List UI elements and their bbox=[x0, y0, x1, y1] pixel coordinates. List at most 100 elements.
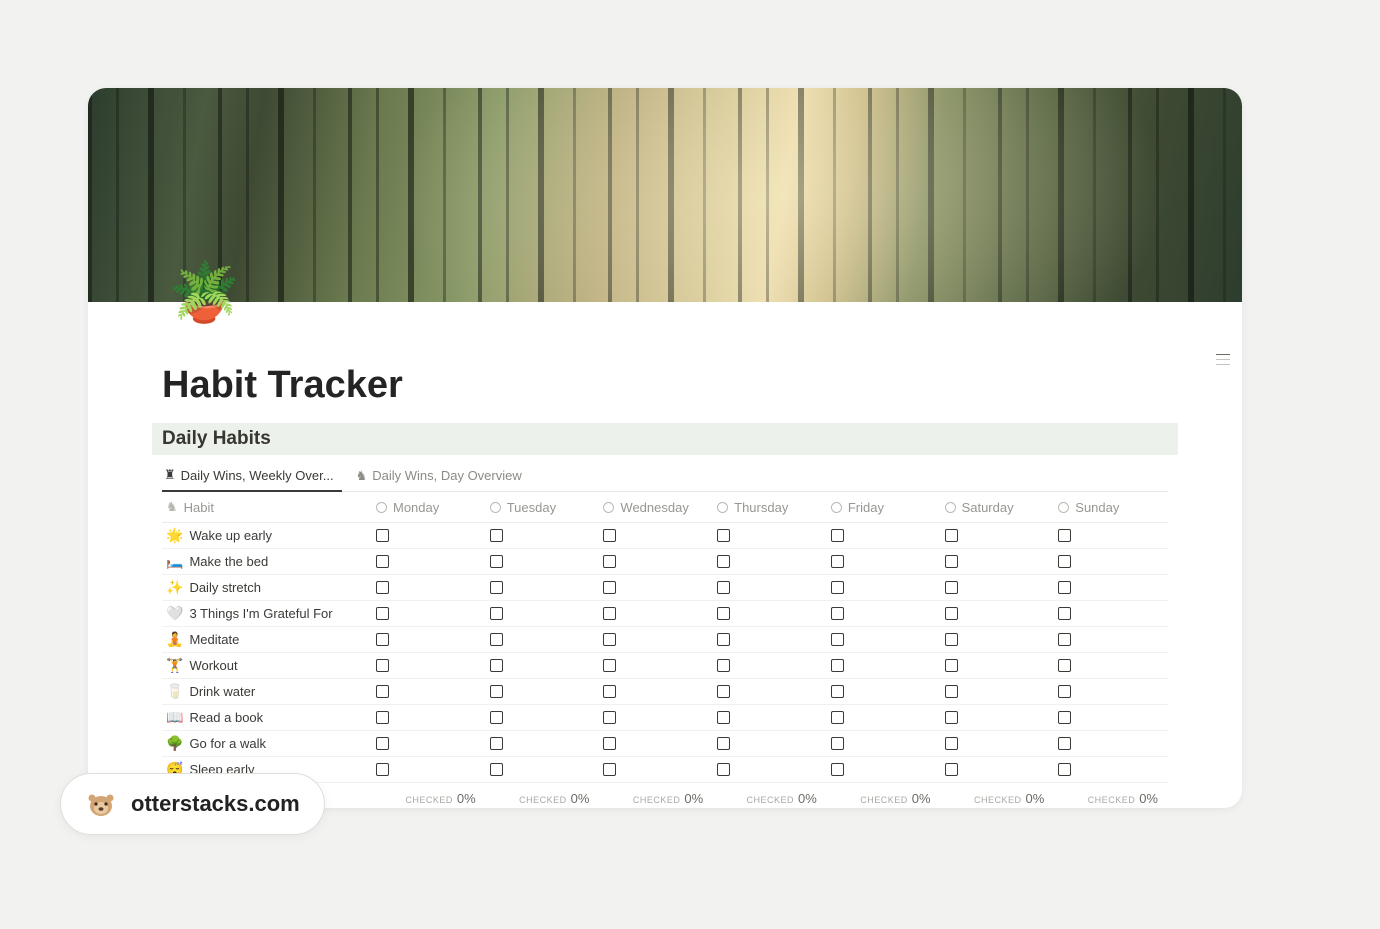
habit-name-cell[interactable]: 🛏️Make the bed bbox=[162, 549, 372, 574]
section-title: Daily Habits bbox=[162, 428, 1168, 450]
checkbox[interactable] bbox=[945, 633, 958, 646]
tab-view-0[interactable]: ♜Daily Wins, Weekly Over... bbox=[162, 461, 342, 492]
checkbox[interactable] bbox=[603, 529, 616, 542]
checkbox[interactable] bbox=[1058, 581, 1071, 594]
habit-name: Meditate bbox=[189, 632, 239, 647]
checkbox-cell bbox=[372, 653, 486, 678]
column-header-sunday[interactable]: Sunday bbox=[1054, 492, 1168, 522]
habit-name-cell[interactable]: 🧘 Meditate bbox=[162, 627, 372, 652]
checkbox[interactable] bbox=[717, 581, 730, 594]
checkbox[interactable] bbox=[831, 607, 844, 620]
checkbox[interactable] bbox=[1058, 737, 1071, 750]
checkbox[interactable] bbox=[717, 529, 730, 542]
habit-emoji-icon: 🧘 bbox=[166, 631, 183, 648]
outline-toggle[interactable] bbox=[1216, 354, 1230, 365]
checkbox[interactable] bbox=[376, 659, 389, 672]
column-header-wednesday[interactable]: Wednesday bbox=[599, 492, 713, 522]
checkbox[interactable] bbox=[717, 633, 730, 646]
checkbox[interactable] bbox=[1058, 685, 1071, 698]
column-header-monday[interactable]: Monday bbox=[372, 492, 486, 522]
checkbox[interactable] bbox=[603, 763, 616, 776]
checkbox[interactable] bbox=[831, 529, 844, 542]
checkbox[interactable] bbox=[1058, 633, 1071, 646]
habit-name-cell[interactable]: 🏋️Workout bbox=[162, 653, 372, 678]
checkbox[interactable] bbox=[376, 685, 389, 698]
checkbox[interactable] bbox=[717, 659, 730, 672]
checkbox[interactable] bbox=[831, 581, 844, 594]
checkbox[interactable] bbox=[376, 607, 389, 620]
habit-name-cell[interactable]: 🤍3 Things I'm Grateful For bbox=[162, 601, 372, 626]
checkbox[interactable] bbox=[490, 607, 503, 620]
habit-name-cell[interactable]: 🥛Drink water bbox=[162, 679, 372, 704]
checkbox[interactable] bbox=[490, 633, 503, 646]
checkbox[interactable] bbox=[490, 763, 503, 776]
checkbox[interactable] bbox=[376, 633, 389, 646]
checkbox[interactable] bbox=[831, 737, 844, 750]
checkbox[interactable] bbox=[1058, 607, 1071, 620]
watermark-badge[interactable]: otterstacks.com bbox=[60, 773, 325, 835]
checkbox[interactable] bbox=[945, 529, 958, 542]
checkbox[interactable] bbox=[717, 607, 730, 620]
checkbox[interactable] bbox=[376, 555, 389, 568]
checkbox[interactable] bbox=[945, 737, 958, 750]
checkbox[interactable] bbox=[603, 737, 616, 750]
checkbox[interactable] bbox=[603, 581, 616, 594]
checkbox[interactable] bbox=[376, 711, 389, 724]
checkbox[interactable] bbox=[603, 607, 616, 620]
checkbox-cell bbox=[941, 627, 1055, 652]
column-header-thursday[interactable]: Thursday bbox=[713, 492, 827, 522]
checkbox[interactable] bbox=[1058, 555, 1071, 568]
habit-name-cell[interactable]: ✨Daily stretch bbox=[162, 575, 372, 600]
checkbox[interactable] bbox=[717, 737, 730, 750]
checkbox[interactable] bbox=[603, 685, 616, 698]
checkbox[interactable] bbox=[945, 607, 958, 620]
habit-emoji-icon: 🛏️ bbox=[166, 553, 183, 570]
checkbox[interactable] bbox=[490, 711, 503, 724]
column-header-tuesday[interactable]: Tuesday bbox=[486, 492, 600, 522]
checkbox[interactable] bbox=[831, 633, 844, 646]
checkbox[interactable] bbox=[945, 659, 958, 672]
checkbox[interactable] bbox=[831, 555, 844, 568]
column-header-friday[interactable]: Friday bbox=[827, 492, 941, 522]
checkbox[interactable] bbox=[717, 685, 730, 698]
checkbox[interactable] bbox=[831, 659, 844, 672]
checkbox[interactable] bbox=[945, 763, 958, 776]
checkbox[interactable] bbox=[490, 529, 503, 542]
checkbox[interactable] bbox=[717, 555, 730, 568]
checkbox[interactable] bbox=[945, 711, 958, 724]
checkbox[interactable] bbox=[603, 633, 616, 646]
checkbox[interactable] bbox=[490, 555, 503, 568]
tab-view-1[interactable]: ♞Daily Wins, Day Overview bbox=[354, 461, 530, 491]
checkbox[interactable] bbox=[945, 581, 958, 594]
checkbox[interactable] bbox=[376, 763, 389, 776]
checkbox[interactable] bbox=[490, 659, 503, 672]
checkbox[interactable] bbox=[376, 737, 389, 750]
habit-name-cell[interactable]: 🌟Wake up early bbox=[162, 523, 372, 548]
checkbox[interactable] bbox=[603, 659, 616, 672]
checkbox[interactable] bbox=[603, 555, 616, 568]
checkbox[interactable] bbox=[831, 763, 844, 776]
column-header-habit[interactable]: ♞Habit bbox=[162, 492, 372, 522]
checkbox[interactable] bbox=[831, 685, 844, 698]
checkbox[interactable] bbox=[603, 711, 616, 724]
column-header-saturday[interactable]: Saturday bbox=[941, 492, 1055, 522]
checkbox[interactable] bbox=[490, 737, 503, 750]
checkbox[interactable] bbox=[490, 685, 503, 698]
checkbox[interactable] bbox=[945, 685, 958, 698]
checkbox[interactable] bbox=[1058, 529, 1071, 542]
checkbox[interactable] bbox=[831, 711, 844, 724]
page-icon[interactable]: 🪴 bbox=[168, 264, 240, 322]
column-header-label: Monday bbox=[393, 500, 439, 515]
checkbox[interactable] bbox=[490, 581, 503, 594]
habit-name-cell[interactable]: 🌳Go for a walk bbox=[162, 731, 372, 756]
column-header-label: Habit bbox=[184, 500, 214, 515]
checkbox[interactable] bbox=[945, 555, 958, 568]
checkbox[interactable] bbox=[717, 711, 730, 724]
checkbox[interactable] bbox=[717, 763, 730, 776]
checkbox[interactable] bbox=[1058, 711, 1071, 724]
checkbox[interactable] bbox=[1058, 659, 1071, 672]
checkbox[interactable] bbox=[1058, 763, 1071, 776]
checkbox[interactable] bbox=[376, 581, 389, 594]
checkbox[interactable] bbox=[376, 529, 389, 542]
habit-name-cell[interactable]: 📖Read a book bbox=[162, 705, 372, 730]
